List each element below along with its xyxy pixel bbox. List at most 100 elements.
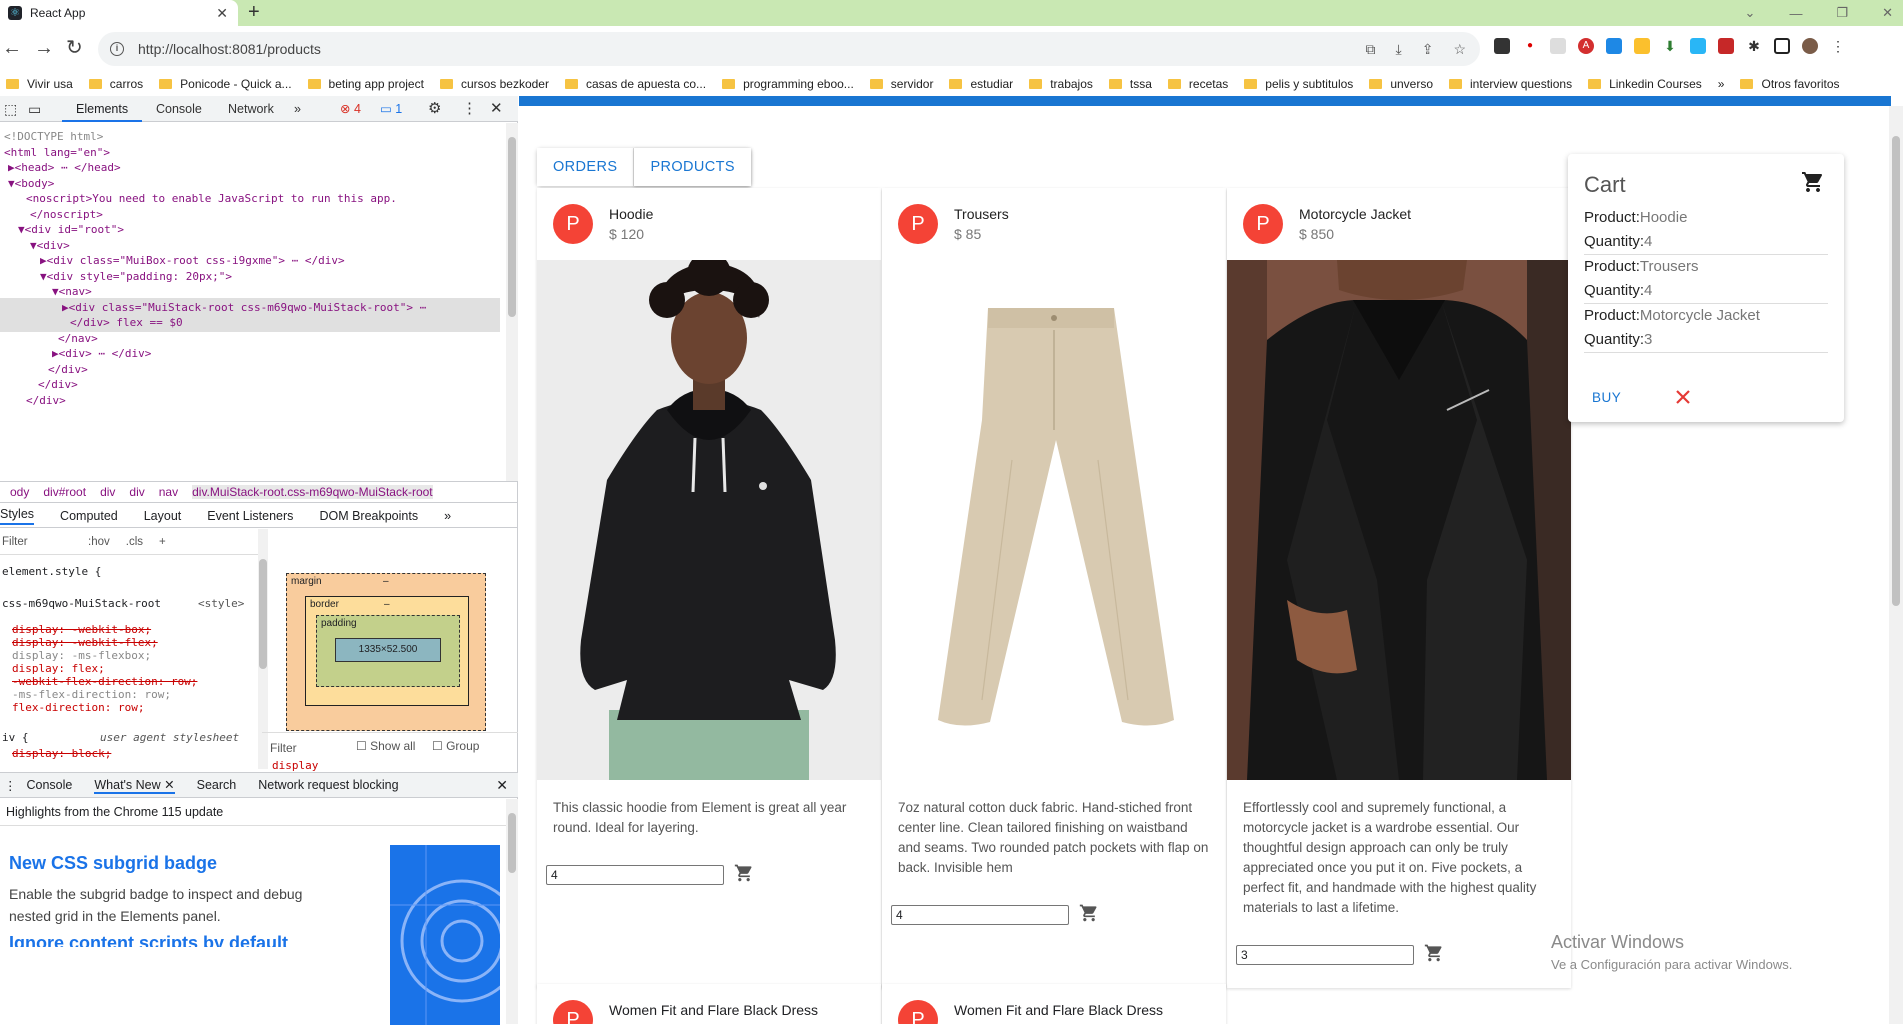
- bookmark-item[interactable]: tssa: [1108, 77, 1152, 91]
- css-line[interactable]: -ms-flex-direction: row;: [12, 688, 171, 701]
- box-model-padding[interactable]: padding 1335×52.500: [316, 615, 460, 687]
- extension-icon[interactable]: [1690, 38, 1706, 54]
- quantity-input[interactable]: 4: [546, 865, 724, 885]
- add-to-cart-icon[interactable]: [733, 863, 755, 883]
- forward-icon[interactable]: →: [34, 36, 54, 60]
- quantity-input[interactable]: 4: [891, 905, 1069, 925]
- bookmark-item[interactable]: cursos bezkoder: [439, 77, 549, 91]
- cls-toggle[interactable]: .cls: [126, 536, 143, 548]
- drawer-menu-icon[interactable]: ⋮: [4, 778, 17, 793]
- extension-icon[interactable]: [1718, 38, 1734, 54]
- browser-menu-icon[interactable]: ⋮: [1830, 38, 1846, 54]
- drawer-tab-console[interactable]: Console: [27, 778, 73, 792]
- open-in-icon[interactable]: ⧉: [1366, 41, 1376, 58]
- buy-button[interactable]: BUY: [1592, 390, 1621, 405]
- record-extension-icon[interactable]: ●: [1522, 38, 1538, 54]
- css-line[interactable]: display: flex;: [12, 662, 105, 675]
- subtab-styles[interactable]: Styles: [0, 507, 35, 525]
- subtab-computed[interactable]: Computed: [60, 509, 118, 523]
- browser-tab[interactable]: ⚛ React App ✕: [0, 0, 238, 26]
- add-to-cart-icon[interactable]: [1423, 943, 1445, 963]
- error-count-badge[interactable]: ⊗ 4: [340, 96, 361, 122]
- breadcrumb-item[interactable]: div#root: [43, 485, 86, 499]
- drawer-tab-search[interactable]: Search: [197, 778, 237, 792]
- download-extension-icon[interactable]: ⬇: [1662, 38, 1678, 54]
- adblock-icon[interactable]: A: [1578, 38, 1594, 54]
- css-line[interactable]: -webkit-flex-direction: row;: [12, 675, 197, 688]
- message-count-badge[interactable]: ▭ 1: [380, 96, 402, 122]
- tab-close-icon[interactable]: ✕: [216, 5, 228, 22]
- bookmark-item[interactable]: unverso: [1369, 77, 1433, 91]
- new-rule-icon[interactable]: +: [159, 536, 166, 548]
- bookmark-item[interactable]: Ponicode - Quick a...: [159, 77, 292, 91]
- minimize-icon[interactable]: —: [1789, 6, 1802, 21]
- install-icon[interactable]: ⤓: [1396, 41, 1402, 58]
- css-line[interactable]: display: -webkit-flex;: [12, 636, 158, 649]
- new-tab-button[interactable]: +: [248, 0, 260, 26]
- bookmark-item[interactable]: casas de apuesta co...: [564, 77, 706, 91]
- page-scrollbar[interactable]: [1889, 106, 1903, 1024]
- bookmark-item[interactable]: beting app project: [307, 77, 424, 91]
- group-checkbox[interactable]: ☐ Group: [432, 739, 479, 753]
- restore-icon[interactable]: ❐: [1836, 5, 1848, 21]
- tab-products[interactable]: PRODUCTS: [634, 148, 752, 186]
- drawer-tab-whats-new[interactable]: What's New ✕: [94, 777, 175, 794]
- bookmark-item[interactable]: estudiar: [949, 77, 1013, 91]
- bookmark-item[interactable]: recetas: [1167, 77, 1228, 91]
- breadcrumb-item[interactable]: nav: [159, 485, 178, 499]
- bookmark-item[interactable]: Linkedin Courses: [1588, 77, 1702, 91]
- extension-icon[interactable]: [1634, 38, 1650, 54]
- back-icon[interactable]: ←: [2, 36, 22, 60]
- add-to-cart-icon[interactable]: [1078, 903, 1100, 923]
- styles-scroll-thumb[interactable]: [259, 559, 267, 669]
- subtab-layout[interactable]: Layout: [144, 509, 182, 523]
- tab-console[interactable]: Console: [156, 96, 202, 122]
- close-drawer-icon[interactable]: ✕: [496, 777, 508, 794]
- css-line[interactable]: display: -webkit-box;: [12, 623, 151, 636]
- bookmark-item[interactable]: programming eboo...: [722, 77, 854, 91]
- tab-orders[interactable]: ORDERS: [537, 148, 635, 186]
- inspect-element-icon[interactable]: ⬚: [4, 96, 17, 122]
- bookmark-item[interactable]: trabajos: [1029, 77, 1093, 91]
- bookmark-star-icon[interactable]: ☆: [1453, 41, 1466, 58]
- box-model-border[interactable]: border – padding 1335×52.500: [305, 596, 469, 706]
- dom-node-line[interactable]: </div>: [0, 391, 66, 410]
- tab-network[interactable]: Network: [228, 96, 274, 122]
- tab-elements[interactable]: Elements: [62, 96, 143, 122]
- breadcrumb-item[interactable]: div: [129, 485, 144, 499]
- clear-cart-icon[interactable]: [1674, 388, 1692, 409]
- subtab-event-listeners[interactable]: Event Listeners: [207, 509, 293, 523]
- more-bookmarks-icon[interactable]: »: [1718, 77, 1725, 91]
- extension-icon[interactable]: [1606, 38, 1622, 54]
- bookmark-item[interactable]: servidor: [869, 77, 933, 91]
- css-line[interactable]: display: -ms-flexbox;: [12, 649, 151, 662]
- reload-icon[interactable]: ↻: [66, 36, 83, 60]
- css-line[interactable]: flex-direction: row;: [12, 701, 144, 714]
- tab-search-icon[interactable]: ⌄: [1745, 5, 1756, 21]
- whats-new-next-link[interactable]: Ignore content scripts by default: [9, 933, 288, 947]
- close-window-icon[interactable]: ✕: [1882, 5, 1893, 21]
- breadcrumb-item[interactable]: div: [100, 485, 115, 499]
- quantity-input[interactable]: 3: [1236, 945, 1414, 965]
- share-icon[interactable]: ⇪: [1422, 41, 1434, 58]
- bookmark-item[interactable]: pelis y subtitulos: [1244, 77, 1353, 91]
- hov-toggle[interactable]: :hov: [88, 536, 110, 548]
- computed-filter-input[interactable]: Filter: [270, 741, 297, 755]
- puzzle-extensions-icon[interactable]: ✱: [1746, 38, 1762, 54]
- bookmark-item[interactable]: carros: [88, 77, 143, 91]
- dom-scroll-thumb[interactable]: [508, 137, 516, 317]
- address-bar[interactable]: i http://localhost:8081/products ⧉ ⤓ ⇪ ☆: [98, 32, 1480, 66]
- show-all-checkbox[interactable]: ☐ Show all: [356, 739, 415, 753]
- box-model-margin[interactable]: margin – border – padding 1335×52.500: [286, 573, 486, 731]
- style-source[interactable]: <style>: [198, 597, 244, 610]
- site-info-icon[interactable]: i: [110, 42, 124, 56]
- page-scroll-thumb[interactable]: [1892, 136, 1900, 606]
- whats-new-title[interactable]: New CSS subgrid badge: [9, 853, 217, 874]
- computed-property[interactable]: display: [272, 759, 318, 772]
- drawer-scrollbar[interactable]: [506, 799, 518, 1024]
- settings-gear-icon[interactable]: ⚙: [428, 96, 441, 122]
- bookmark-item[interactable]: Otros favoritos: [1740, 77, 1840, 91]
- close-devtools-icon[interactable]: ✕: [490, 96, 503, 122]
- css-selector[interactable]: css-m69qwo-MuiStack-root: [2, 597, 161, 610]
- devtools-menu-icon[interactable]: ⋮: [462, 96, 477, 122]
